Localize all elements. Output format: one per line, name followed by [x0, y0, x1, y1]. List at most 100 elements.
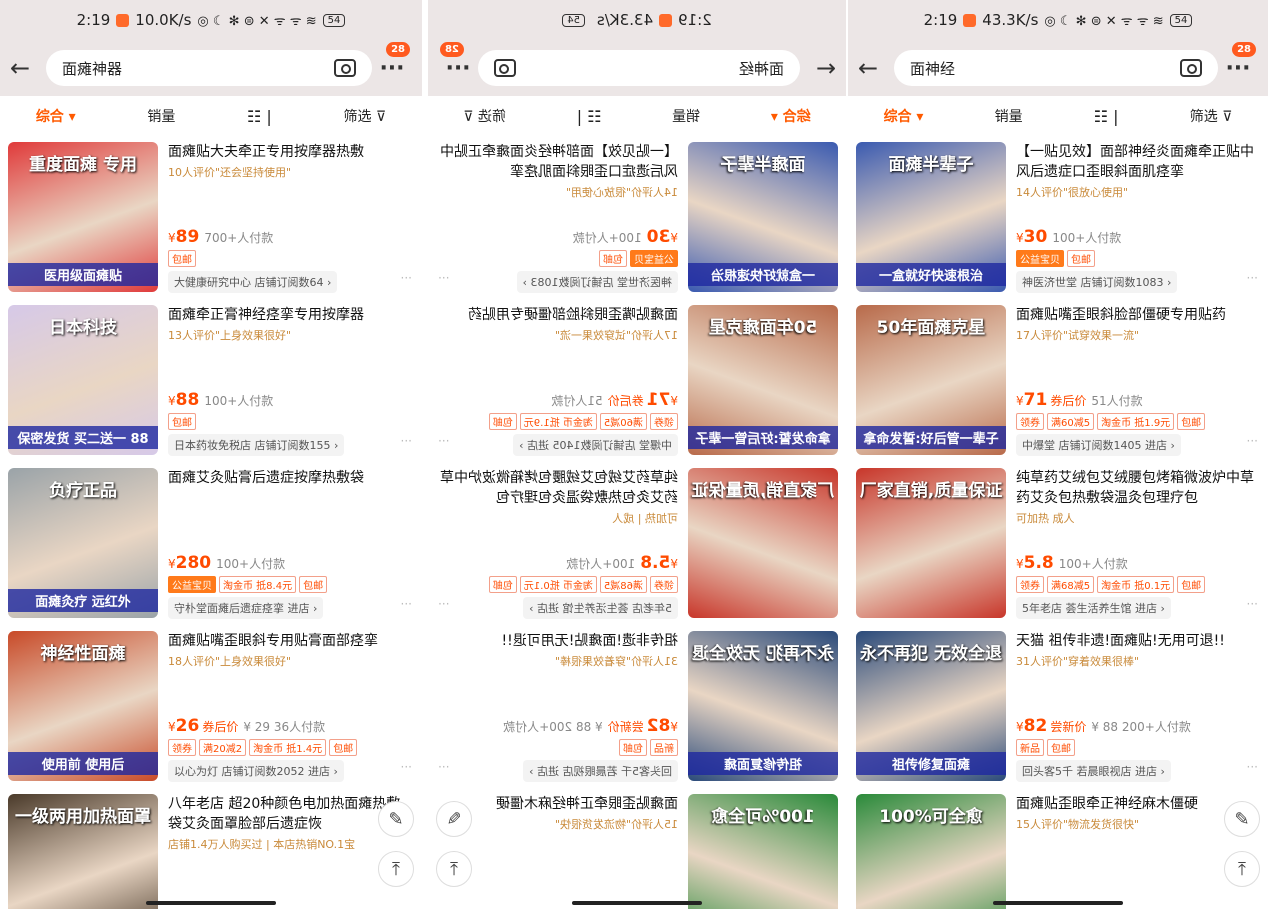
shop-link[interactable]: 神医济世堂 店铺订阅数1083 › — [516, 271, 678, 293]
product-item[interactable]: 厂家直销,质量保证 纯草药艾绒包艾绒腰包烤箱微波炉中草药艾灸包热敷袋温灸包理疗包可… — [428, 462, 846, 625]
layout-toggle-icon[interactable]: ☷ | — [247, 107, 272, 126]
item-more-icon[interactable]: ··· — [401, 434, 412, 448]
back-to-top-icon[interactable]: ⤒ — [436, 851, 472, 887]
shop-link[interactable]: 大健康研究中心 店铺订阅数64 › — [168, 271, 338, 293]
product-thumbnail[interactable]: 100%可全愈 — [688, 794, 838, 909]
product-title[interactable]: 【一贴见效】面部神经炎面瘫牵正贴中风后遗症口歪眼斜面肌痉挛 — [1016, 142, 1260, 182]
product-thumbnail[interactable]: 一级两用加热面罩 — [8, 794, 158, 909]
item-more-icon[interactable]: ··· — [1247, 271, 1258, 285]
back-to-top-icon[interactable]: ⤒ — [378, 851, 414, 887]
sort-sales-tab[interactable]: 销量 — [995, 106, 1023, 126]
item-more-icon[interactable]: ··· — [438, 271, 449, 285]
feedback-icon[interactable]: ✎ — [1224, 801, 1260, 837]
product-title[interactable]: 祖传非遗!面瘫贴!无用可退!! — [436, 631, 678, 651]
more-menu-icon[interactable]: ··· 28 — [372, 41, 412, 81]
camera-search-icon[interactable] — [494, 59, 516, 77]
product-item[interactable]: 日本科技 保密发货 买二送一 88 面瘫牵正膏神经痉挛专用按摩器 13人评价"上身效果… — [0, 299, 422, 462]
product-title[interactable]: 纯草药艾绒包艾绒腰包烤箱微波炉中草药艾灸包热敷袋温灸包理疗包 — [1016, 468, 1260, 508]
product-title[interactable]: 纯草药艾绒包艾绒腰包烤箱微波炉中草药艾灸包热敷袋温灸包理疗包 — [436, 468, 678, 508]
product-item[interactable]: 神经性面瘫 使用前 使用后 面瘫贴嘴歪眼斜专用贴膏面部痉挛 18人评价"上身效果很好"… — [0, 625, 422, 788]
product-item[interactable]: 100%可全愈面瘫贴歪眼牵正神经麻木僵硬15人评价"物流发货很快"··· — [428, 788, 846, 909]
shop-link[interactable]: 神医济世堂 店铺订阅数1083 › — [1016, 271, 1178, 293]
product-thumbnail[interactable]: 永不再犯 无效全退 祖传修复面瘫 — [856, 631, 1006, 781]
back-arrow-icon[interactable]: ← — [800, 54, 836, 82]
product-title[interactable]: 天猫 祖传非遗!面瘫贴!无用可退!! — [1016, 631, 1260, 651]
product-thumbnail[interactable]: 50年面瘫克星 拿命发誓:好后管一辈子 — [688, 305, 838, 455]
product-title[interactable]: 八年老店 超20种颜色电加热面瘫热敷袋艾灸面罩脸部后遗症恢 — [168, 794, 414, 834]
feedback-icon[interactable]: ✎ — [378, 801, 414, 837]
sort-comprehensive-tab[interactable]: 综合 ▾ — [884, 106, 924, 126]
product-thumbnail[interactable]: 厂家直销,质量保证 — [688, 468, 838, 618]
shop-link[interactable]: 回头客5千 若晨眼视店 进店 › — [523, 760, 678, 782]
item-more-icon[interactable]: ··· — [1247, 434, 1258, 448]
sort-comprehensive-tab[interactable]: 综合 ▾ — [36, 106, 76, 126]
item-more-icon[interactable]: ··· — [401, 597, 412, 611]
product-thumbnail[interactable]: 日本科技 保密发货 买二送一 88 — [8, 305, 158, 455]
item-more-icon[interactable]: ··· — [438, 760, 449, 774]
sort-sales-tab[interactable]: 销量 — [147, 106, 175, 126]
product-thumbnail[interactable]: 永不再犯 无效全退 祖传修复面瘫 — [688, 631, 838, 781]
product-title[interactable]: 面瘫贴嘴歪眼斜专用贴膏面部痉挛 — [168, 631, 414, 651]
product-item[interactable]: 50年面瘫克星 拿命发誓:好后管一辈子 面瘫贴嘴歪眼斜脸部僵硬专用贴药 17人评价"试… — [848, 299, 1268, 462]
product-thumbnail[interactable]: 厂家直销,质量保证 — [856, 468, 1006, 618]
product-title[interactable]: 面瘫贴大夫牵正专用按摩器热敷 — [168, 142, 414, 162]
product-thumbnail[interactable]: 100%可全愈 — [856, 794, 1006, 909]
filter-button[interactable]: 筛选 ⊽ — [1190, 106, 1233, 126]
thumbnail-caption: 一盒就好快速根治 — [688, 263, 838, 286]
product-title[interactable]: 面瘫牵正膏神经痉挛专用按摩器 — [168, 305, 414, 325]
product-title[interactable]: 面瘫贴歪眼牵正神经麻木僵硬 — [436, 794, 678, 814]
item-more-icon[interactable]: ··· — [1247, 597, 1258, 611]
product-thumbnail[interactable]: 50年面瘫克星 拿命发誓:好后管一辈子 — [856, 305, 1006, 455]
search-input[interactable]: 面神经 — [478, 50, 800, 86]
product-item[interactable]: 面瘫半辈子 一盒就好快速根治 【一贴见效】面部神经炎面瘫牵正贴中风后遗症口歪眼斜面肌… — [428, 136, 846, 299]
item-more-icon[interactable]: ··· — [401, 760, 412, 774]
product-item[interactable]: 面瘫半辈子 一盒就好快速根治 【一贴见效】面部神经炎面瘫牵正贴中风后遗症口歪眼斜面肌… — [848, 136, 1268, 299]
shop-link[interactable]: 以心为灯 店铺订阅数2052 进店 › — [168, 760, 344, 782]
back-to-top-icon[interactable]: ⤒ — [1224, 851, 1260, 887]
product-item[interactable]: 100%可全愈面瘫贴歪眼牵正神经麻木僵硬15人评价"物流发货很快"··· — [848, 788, 1268, 909]
camera-search-icon[interactable] — [334, 59, 356, 77]
more-menu-icon[interactable]: ··· 28 — [438, 41, 478, 81]
product-title[interactable]: 面瘫贴嘴歪眼斜脸部僵硬专用贴药 — [436, 305, 678, 325]
sort-sales-tab[interactable]: 销量 — [672, 106, 700, 126]
shop-link[interactable]: 中爆堂 店铺订阅数1405 进店 › — [513, 434, 678, 456]
product-title[interactable]: 面瘫艾灸贴膏后遗症按摩热敷袋 — [168, 468, 414, 488]
shop-link[interactable]: 5年老店 荟生活养生馆 进店 › — [523, 597, 678, 619]
product-title[interactable]: 面瘫贴歪眼牵正神经麻木僵硬 — [1016, 794, 1260, 814]
back-arrow-icon[interactable]: ← — [10, 54, 46, 82]
shop-link[interactable]: 中爆堂 店铺订阅数1405 进店 › — [1016, 434, 1181, 456]
item-more-icon[interactable]: ··· — [1247, 760, 1258, 774]
shop-link[interactable]: 回头客5千 若晨眼视店 进店 › — [1016, 760, 1171, 782]
product-item[interactable]: 永不再犯 无效全退 祖传修复面瘫 天猫 祖传非遗!面瘫贴!无用可退!! 31人评价"穿… — [848, 625, 1268, 788]
filter-button[interactable]: 筛选 ⊽ — [343, 106, 386, 126]
back-arrow-icon[interactable]: ← — [858, 54, 894, 82]
product-title[interactable]: 面瘫贴嘴歪眼斜脸部僵硬专用贴药 — [1016, 305, 1260, 325]
product-thumbnail[interactable]: 重度面瘫 专用 医用级面瘫贴 — [8, 142, 158, 292]
more-menu-icon[interactable]: ··· 28 — [1218, 41, 1258, 81]
product-thumbnail[interactable]: 神经性面瘫 使用前 使用后 — [8, 631, 158, 781]
shop-link[interactable]: 日本药妆免税店 店铺订阅数155 › — [168, 434, 345, 456]
product-item[interactable]: 厂家直销,质量保证 纯草药艾绒包艾绒腰包烤箱微波炉中草药艾灸包热敷袋温灸包理疗包可… — [848, 462, 1268, 625]
camera-search-icon[interactable] — [1180, 59, 1202, 77]
product-thumbnail[interactable]: 面瘫半辈子 一盒就好快速根治 — [688, 142, 838, 292]
product-thumbnail[interactable]: 负疗正品 面瘫灸疗 远红外 — [8, 468, 158, 618]
shop-link[interactable]: 守朴堂面瘫后遗症痉挛 进店 › — [168, 597, 324, 619]
search-input[interactable]: 面瘫神器 — [46, 50, 372, 86]
product-item[interactable]: 重度面瘫 专用 医用级面瘫贴 面瘫贴大夫牵正专用按摩器热敷 10人评价"还会坚持使用"… — [0, 136, 422, 299]
layout-toggle-icon[interactable]: ☷ | — [1094, 107, 1119, 126]
product-thumbnail[interactable]: 面瘫半辈子 一盒就好快速根治 — [856, 142, 1006, 292]
feedback-icon[interactable]: ✎ — [436, 801, 472, 837]
layout-toggle-icon[interactable]: ☷ | — [577, 107, 602, 126]
product-item[interactable]: 一级两用加热面罩 八年老店 超20种颜色电加热面瘫热敷袋艾灸面罩脸部后遗症恢 店铺1… — [0, 788, 422, 909]
product-item[interactable]: 50年面瘫克星 拿命发誓:好后管一辈子 面瘫贴嘴歪眼斜脸部僵硬专用贴药 17人评价"试… — [428, 299, 846, 462]
item-more-icon[interactable]: ··· — [401, 271, 412, 285]
product-item[interactable]: 负疗正品 面瘫灸疗 远红外 面瘫艾灸贴膏后遗症按摩热敷袋 ¥280 100+人付款 公益宝… — [0, 462, 422, 625]
item-more-icon[interactable]: ··· — [438, 434, 449, 448]
product-item[interactable]: 永不再犯 无效全退 祖传修复面瘫 祖传非遗!面瘫贴!无用可退!! 31人评价"穿着效果… — [428, 625, 846, 788]
search-input[interactable]: 面神经 — [894, 50, 1218, 86]
sort-comprehensive-tab[interactable]: 综合 ▾ — [771, 106, 811, 126]
filter-button[interactable]: 筛选 ⊽ — [463, 106, 506, 126]
item-more-icon[interactable]: ··· — [438, 597, 449, 611]
shop-link[interactable]: 5年老店 荟生活养生馆 进店 › — [1016, 597, 1171, 619]
product-title[interactable]: 【一贴见效】面部神经炎面瘫牵正贴中风后遗症口歪眼斜面肌痉挛 — [436, 142, 678, 182]
